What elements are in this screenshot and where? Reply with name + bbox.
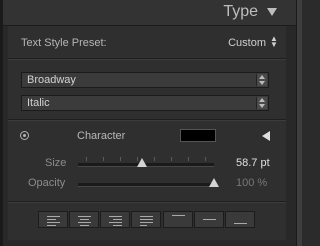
preset-value[interactable]: Custom xyxy=(228,37,266,49)
align-bottom-button[interactable] xyxy=(225,211,255,228)
panel-scrollbar[interactable] xyxy=(296,0,302,246)
preset-label: Text Style Preset: xyxy=(21,37,107,49)
select-stepper-icon[interactable] xyxy=(256,74,267,86)
font-style-value: Italic xyxy=(27,97,50,109)
opacity-label: Opacity xyxy=(28,177,66,189)
align-center-button[interactable] xyxy=(69,211,99,228)
target-adjustment-icon[interactable] xyxy=(20,131,29,140)
align-middle-icon xyxy=(203,219,216,222)
panel-left-edge xyxy=(0,0,3,246)
opacity-value[interactable]: 100 % xyxy=(236,177,267,189)
align-top-icon xyxy=(172,215,185,218)
separator-highlight xyxy=(8,202,286,203)
font-style-select[interactable]: Italic xyxy=(21,95,269,111)
align-right-icon xyxy=(109,216,122,228)
size-value[interactable]: 58.7 pt xyxy=(236,157,270,169)
preset-row[interactable]: Text Style Preset: Custom ▲ ▼ xyxy=(8,29,286,57)
font-family-select[interactable]: Broadway xyxy=(21,72,269,88)
size-label: Size xyxy=(45,157,67,169)
justify-icon xyxy=(140,216,153,228)
font-family-value: Broadway xyxy=(27,74,76,86)
panel-header[interactable]: Type xyxy=(3,0,296,26)
align-center-icon xyxy=(78,216,91,228)
character-label: Character xyxy=(77,130,126,142)
expand-triangle-icon[interactable] xyxy=(262,131,270,141)
size-slider-thumb[interactable] xyxy=(136,158,147,167)
justify-button[interactable] xyxy=(131,211,161,228)
panel-title: Type xyxy=(223,3,258,20)
align-left-button[interactable] xyxy=(38,211,68,228)
collapse-triangle-icon[interactable] xyxy=(267,8,277,16)
select-stepper-icon[interactable] xyxy=(256,97,267,109)
character-color-swatch[interactable] xyxy=(180,129,216,142)
align-left-icon xyxy=(47,216,60,228)
separator-highlight xyxy=(8,59,286,60)
align-top-button[interactable] xyxy=(163,211,193,228)
size-slider[interactable] xyxy=(78,157,214,167)
align-right-button[interactable] xyxy=(100,211,130,228)
align-middle-button[interactable] xyxy=(194,211,224,228)
opacity-slider-thumb[interactable] xyxy=(209,178,219,187)
opacity-slider[interactable] xyxy=(78,178,219,187)
type-panel: Type Text Style Preset: Custom ▲ ▼ Broadw… xyxy=(0,0,302,246)
separator-highlight xyxy=(8,120,286,121)
align-bottom-icon xyxy=(234,223,247,226)
preset-stepper-icon[interactable]: ▲ ▼ xyxy=(270,35,278,49)
